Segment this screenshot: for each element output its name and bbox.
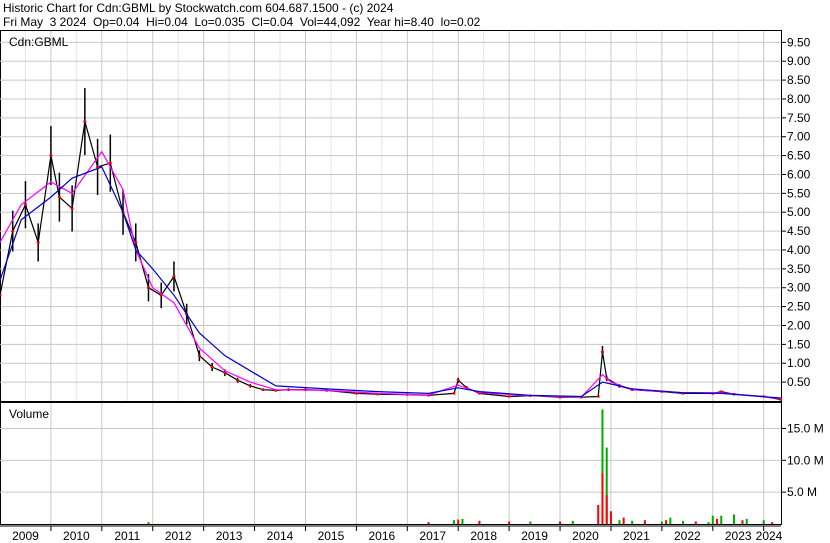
price-y-tick-label: 2.00 — [787, 318, 811, 332]
stock-chart: 2009 2010 2011 2012 2013 2014 2015 2016 2017 2018… — [0, 30, 824, 543]
volume-bar — [618, 520, 621, 524]
price-y-tick-label: 1.00 — [787, 356, 811, 370]
volume-bar — [660, 521, 663, 524]
price-y-tick-label: 2.50 — [787, 300, 811, 314]
close-marker — [23, 203, 27, 206]
volume-bar — [571, 520, 574, 524]
volume-bar — [707, 522, 710, 524]
close-marker — [0, 294, 2, 297]
volume-bar — [457, 519, 460, 524]
close-marker — [70, 207, 74, 210]
volume-bar — [461, 518, 464, 524]
close-marker — [172, 275, 176, 278]
volume-bar — [682, 520, 685, 524]
price-y-tick-label: 8.00 — [787, 92, 811, 106]
volume-bar — [669, 517, 672, 524]
x-tick-label: 2018 — [470, 529, 497, 543]
volume-y-tick-label: 10.0 M — [787, 453, 824, 467]
volume-bar — [741, 520, 744, 524]
volume-bar — [529, 521, 532, 524]
x-tick-label: 2013 — [216, 529, 243, 543]
volume-label: Volume — [9, 407, 49, 421]
volume-bar — [631, 520, 634, 524]
close-marker — [596, 395, 600, 398]
volume-bar — [720, 515, 723, 524]
volume-bar — [597, 504, 600, 524]
close-marker — [197, 354, 201, 357]
volume-bar — [559, 521, 562, 524]
price-y-tick-label: 5.00 — [787, 205, 811, 219]
price-line — [0, 121, 781, 401]
close-marker — [236, 379, 240, 382]
x-tick-label: 2017 — [419, 529, 446, 543]
close-marker — [507, 395, 511, 398]
x-tick-label: 2015 — [318, 529, 345, 543]
price-y-tick-label: 4.50 — [787, 224, 811, 238]
price-y-tick-label: 6.50 — [787, 149, 811, 163]
close-marker — [223, 371, 227, 374]
volume-y-tick-label: 15.0 M — [787, 421, 824, 435]
x-tick-label: 2014 — [267, 529, 294, 543]
volume-bar — [601, 473, 604, 524]
volume-bar — [762, 520, 765, 524]
price-y-tick-label: 7.50 — [787, 111, 811, 125]
price-y-tick-label: 6.00 — [787, 167, 811, 181]
volume-bar — [716, 518, 719, 524]
volume-bar — [711, 515, 714, 524]
x-tick-label: 2023 — [725, 529, 752, 543]
price-y-tick-label: 0.50 — [787, 375, 811, 389]
close-marker — [210, 366, 214, 369]
close-marker — [108, 162, 112, 165]
volume-bar — [745, 518, 748, 524]
close-marker — [261, 388, 265, 391]
x-tick-label: 2024 — [756, 529, 783, 543]
volume-panel-frame — [0, 402, 782, 525]
price-y-tick-label: 3.00 — [787, 281, 811, 295]
x-tick-label: 2019 — [521, 529, 548, 543]
symbol-label: Cdn:GBML — [9, 35, 69, 49]
x-tick-label: 2011 — [114, 529, 140, 543]
price-y-tick-label: 1.50 — [787, 337, 811, 351]
x-tick-label: 2010 — [63, 529, 90, 543]
close-marker — [36, 241, 40, 244]
x-tick-label: 2012 — [165, 529, 192, 543]
volume-bar — [478, 520, 481, 524]
price-y-tick-label: 4.00 — [787, 243, 811, 257]
close-marker — [83, 120, 87, 123]
close-marker — [146, 286, 150, 289]
close-marker — [248, 384, 252, 387]
volume-bar — [771, 522, 774, 524]
x-tick-label: 2022 — [674, 529, 701, 543]
volume-bar — [609, 511, 612, 524]
volume-y-tick-label: 5.0 M — [787, 485, 817, 499]
price-y-tick-label: 3.50 — [787, 262, 811, 276]
volume-bar — [732, 514, 735, 524]
volume-bar — [508, 521, 511, 524]
x-tick-label: 2016 — [368, 529, 395, 543]
price-y-tick-label: 9.50 — [787, 35, 811, 49]
close-marker — [452, 392, 456, 395]
price-y-tick-label: 5.50 — [787, 186, 811, 200]
close-marker — [49, 154, 53, 157]
volume-bar — [605, 495, 608, 524]
volume-bar — [643, 520, 646, 524]
close-marker — [456, 379, 460, 382]
close-marker — [11, 230, 15, 233]
price-y-tick-label: 9.00 — [787, 54, 811, 68]
close-marker — [600, 350, 604, 353]
volume-bar — [694, 521, 697, 524]
volume-bar — [665, 520, 668, 524]
volume-bar — [452, 520, 455, 524]
price-panel-frame — [0, 30, 782, 402]
x-tick-label: 2020 — [572, 529, 599, 543]
volume-bar — [622, 517, 625, 524]
close-marker — [57, 196, 61, 199]
volume-bar — [427, 522, 430, 524]
price-y-tick-label: 7.00 — [787, 130, 811, 144]
x-tick-label: 2021 — [623, 529, 650, 543]
x-tick-label: 2009 — [12, 529, 39, 543]
price-y-tick-label: 8.50 — [787, 73, 811, 87]
volume-bar — [147, 522, 150, 524]
